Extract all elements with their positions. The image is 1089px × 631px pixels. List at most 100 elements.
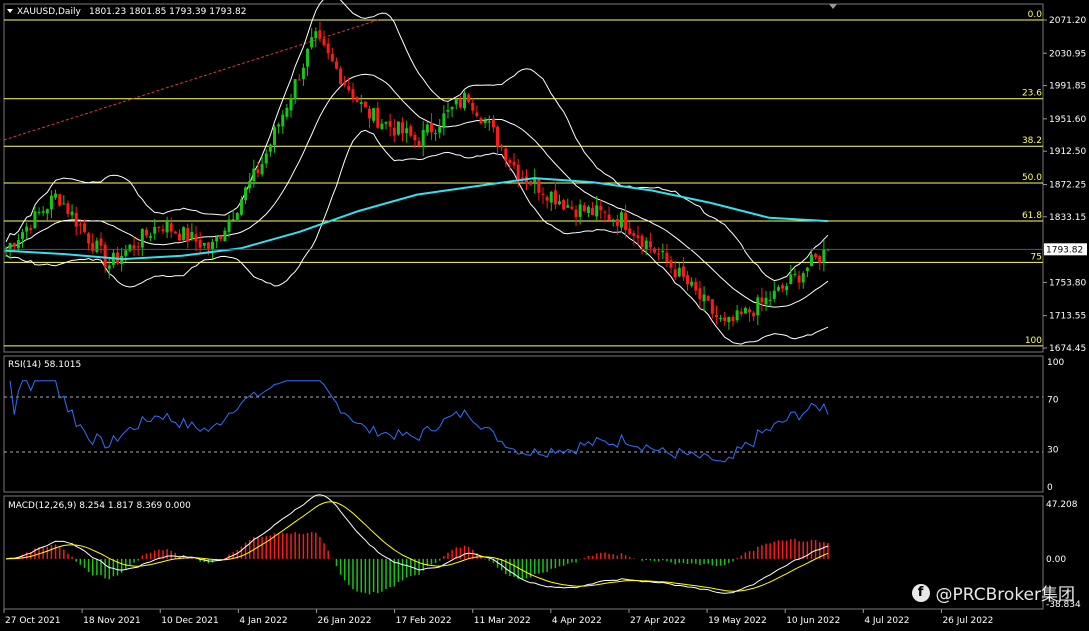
date-tick-label: 27 Apr 2022 <box>630 616 686 626</box>
candle-body <box>619 212 623 228</box>
candle-body <box>380 123 384 129</box>
fib-level-label: 100 <box>1025 336 1042 346</box>
date-tick-label: 17 Feb 2022 <box>396 616 452 626</box>
current-price-label: 1793.82 <box>1046 245 1083 255</box>
candle-body <box>512 161 516 166</box>
candle-body <box>293 79 297 100</box>
facebook-icon: f <box>911 583 930 602</box>
price-tick-label: 1951.60 <box>1049 115 1086 125</box>
candle-body <box>438 127 442 133</box>
chart-shift-marker-icon[interactable] <box>829 4 837 9</box>
candle-body <box>384 121 388 124</box>
price-tick-label: 1713.55 <box>1049 312 1086 322</box>
candle-body <box>727 317 731 323</box>
candle-body <box>99 238 103 246</box>
bollinger-bands <box>5 0 829 345</box>
candle-body <box>66 203 70 214</box>
candle-body <box>169 223 173 232</box>
candle-body <box>491 119 495 128</box>
candle-body <box>429 122 433 133</box>
date-tick-label: 4 Jan 2022 <box>239 616 287 626</box>
candle-body <box>822 249 826 263</box>
price-tick-label: 1991.85 <box>1049 82 1086 92</box>
candle-body <box>454 99 458 105</box>
candle-body <box>409 126 413 136</box>
candle-body <box>62 203 66 205</box>
candle-body <box>611 219 615 221</box>
candle-body <box>413 134 417 141</box>
date-tick-label: 19 May 2022 <box>708 616 767 626</box>
macd-title: MACD(12,26,9) 8.254 1.817 8.369 0.000 <box>8 501 191 511</box>
candle-body <box>458 99 462 108</box>
macd-panel <box>3 495 1044 610</box>
candle-body <box>41 211 45 213</box>
candle-body <box>797 275 801 283</box>
candle-body <box>37 212 41 214</box>
candle-body <box>566 205 570 208</box>
chart-symbol: XAUUSD,Daily <box>17 7 81 17</box>
candle-body <box>487 121 491 123</box>
candle-body <box>405 128 409 134</box>
candle-body <box>640 235 644 247</box>
candle-body <box>351 89 355 99</box>
candle-body <box>698 288 702 300</box>
candle-body <box>785 286 789 291</box>
candle-body <box>570 206 574 209</box>
candle-body <box>657 253 661 255</box>
candle-body <box>74 212 78 227</box>
candle-body <box>144 229 148 236</box>
fib-level-label: 38.2 <box>1022 136 1042 146</box>
date-tick-label: 26 Jan 2022 <box>317 616 371 626</box>
candle-body <box>281 114 285 127</box>
candle-body <box>25 226 29 232</box>
candle-body <box>615 219 619 226</box>
candle-body <box>372 108 376 121</box>
candle-body <box>669 260 673 268</box>
candle-body <box>500 146 504 148</box>
candle-body <box>87 233 91 244</box>
fib-level-label: 50.0 <box>1022 173 1042 183</box>
candle-body <box>211 241 215 250</box>
macd-histogram <box>9 532 829 595</box>
candle-body <box>289 98 293 111</box>
candle-body <box>541 193 545 195</box>
candle-body <box>446 109 450 112</box>
candle-body <box>529 180 533 185</box>
candle-body <box>814 254 818 258</box>
candle-body <box>388 120 392 127</box>
date-tick-label: 26 Jul 2022 <box>942 616 993 626</box>
candle-body <box>367 108 371 119</box>
candle-body <box>256 169 260 174</box>
candle-body <box>789 274 793 285</box>
date-tick-label: 10 Dec 2021 <box>161 616 219 626</box>
candle-body <box>702 294 706 302</box>
candle-body <box>553 190 557 205</box>
candle-body <box>339 68 343 85</box>
candle-body <box>562 200 566 210</box>
candle-body <box>355 97 359 102</box>
price-tick-label: 2071.20 <box>1049 16 1086 26</box>
candle-body <box>91 242 95 252</box>
macd-signal-line <box>5 501 829 592</box>
watermark: f @PRCBroker集团 <box>911 580 1075 605</box>
fib-level-label: 0.0 <box>1028 10 1043 20</box>
candle-body <box>153 227 157 234</box>
candle-body <box>768 299 772 301</box>
candle-body <box>735 310 739 321</box>
candle-body <box>417 141 421 146</box>
candle-body <box>219 235 223 240</box>
candle-body <box>706 296 710 301</box>
candle-body <box>322 38 326 46</box>
candle-body <box>607 214 611 221</box>
candle-body <box>764 297 768 305</box>
candle-body <box>21 232 25 239</box>
candle-body <box>690 281 694 286</box>
candle-body <box>223 230 227 242</box>
candle-body <box>586 206 590 213</box>
candle-body <box>264 153 268 164</box>
trend-line[interactable] <box>3 19 379 141</box>
candle-body <box>776 287 780 291</box>
menu-arrow-icon[interactable] <box>7 9 13 13</box>
candle-body <box>128 244 132 251</box>
candle-body <box>198 239 202 248</box>
